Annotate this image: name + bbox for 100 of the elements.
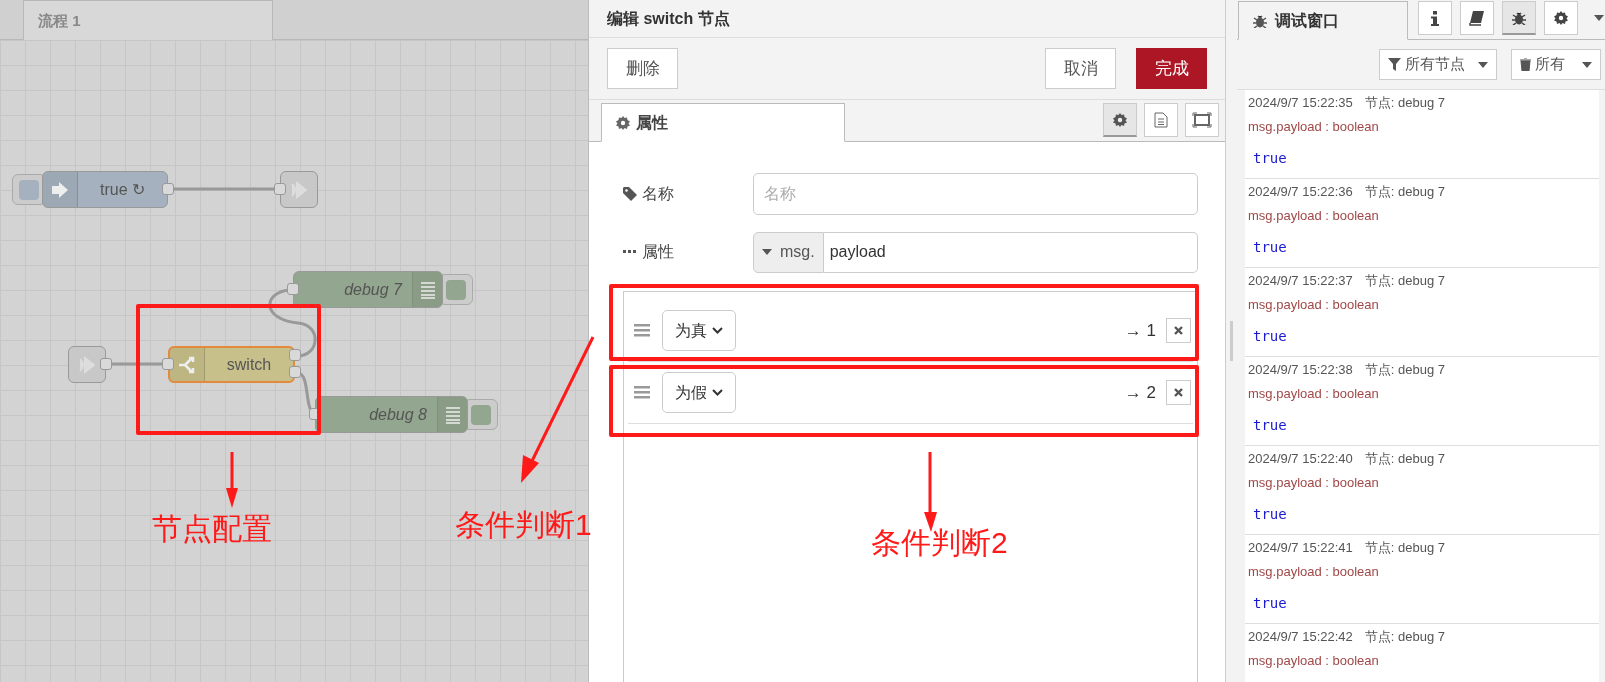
message-source-label: 节点: debug 7	[1364, 450, 1446, 469]
rule-row[interactable]: 为假 → 2	[628, 362, 1193, 424]
field-label: 名称	[642, 184, 674, 204]
filter-icon	[1388, 58, 1401, 71]
branch-icon	[170, 348, 205, 381]
caret-icon	[762, 249, 772, 255]
node-port[interactable]	[274, 183, 286, 195]
settings-icon	[1554, 11, 1568, 25]
settings-icon	[616, 115, 630, 130]
message-time: 2024/9/7 15:22:38	[1248, 361, 1353, 380]
message-type: msg.payload : boolean	[1248, 296, 1380, 315]
message-value: true	[1252, 416, 1288, 435]
node-port[interactable]	[289, 349, 301, 361]
message-value: true	[1252, 149, 1288, 168]
properties-tab[interactable]: 属性	[601, 103, 845, 142]
icon-button[interactable]	[1418, 1, 1452, 35]
trash-icon	[1520, 58, 1531, 71]
icon-button[interactable]	[1185, 103, 1219, 137]
operator-select[interactable]: 为假	[662, 372, 736, 413]
icon-button[interactable]	[1460, 1, 1494, 35]
message-value: true	[1252, 505, 1288, 524]
message-type: msg.payload : boolean	[1248, 652, 1380, 671]
close-icon	[1174, 388, 1183, 397]
annotation-text: 节点配置	[152, 514, 272, 544]
message-time: 2024/9/7 15:22:35	[1248, 94, 1353, 113]
icon-button[interactable]	[1103, 103, 1137, 137]
filter-dropdown[interactable]: 所有节点	[1379, 49, 1497, 80]
flow-node[interactable]	[68, 346, 106, 383]
debug-tab[interactable]: 调试窗口	[1238, 1, 1408, 40]
chevron-down-icon	[712, 389, 723, 396]
message-time: 2024/9/7 15:22:37	[1248, 272, 1353, 291]
node-port[interactable]	[289, 366, 301, 378]
node-port[interactable]	[287, 283, 299, 295]
message-source-label: 节点: debug 7	[1364, 183, 1446, 202]
message-type: msg.payload : boolean	[1248, 474, 1380, 493]
node-port[interactable]	[162, 183, 174, 195]
message-source-label: 节点: debug 7	[1364, 361, 1446, 380]
tag-icon	[623, 187, 637, 201]
operator-select[interactable]: 为真	[662, 310, 736, 351]
type-selector[interactable]: msg.	[753, 231, 824, 273]
settings-icon	[1113, 112, 1127, 127]
tab-label: 调试窗口	[1275, 10, 1339, 31]
node-port[interactable]	[100, 358, 112, 370]
message-time: 2024/9/7 15:22:40	[1248, 450, 1353, 469]
message-source-label: 节点: debug 7	[1364, 539, 1446, 558]
chevron-down-icon	[712, 327, 723, 334]
message-time: 2024/9/7 15:22:36	[1248, 183, 1353, 202]
select-value: 为假	[675, 382, 707, 403]
list-icon	[437, 397, 467, 432]
message-type: msg.payload : boolean	[1248, 385, 1380, 404]
close-icon	[1174, 326, 1183, 335]
caret-icon	[1582, 61, 1592, 68]
bug-icon	[1512, 10, 1526, 25]
node-button-square	[446, 279, 466, 300]
icon-button[interactable]	[1544, 1, 1578, 35]
name-field[interactable]: 名称	[753, 173, 1198, 215]
node-button-square	[19, 179, 39, 200]
node-label: debug 7	[343, 279, 404, 300]
frame-icon	[1192, 112, 1212, 128]
property-field[interactable]: payload	[823, 231, 1198, 273]
remove-button[interactable]	[1166, 318, 1191, 343]
message-type: msg.payload : boolean	[1248, 118, 1380, 137]
book-icon	[1469, 10, 1485, 26]
action-button[interactable]: 完成	[1136, 48, 1207, 89]
message-type: msg.payload : boolean	[1248, 207, 1380, 226]
annotation-text: 条件判断1	[455, 510, 592, 540]
splitter-handle[interactable]	[1230, 321, 1233, 361]
action-button[interactable]: 取消	[1045, 48, 1116, 89]
panel-title: 编辑 switch 节点	[589, 0, 1225, 38]
list-icon	[412, 272, 442, 307]
node-port[interactable]	[162, 358, 174, 370]
message-value: true	[1252, 238, 1288, 257]
action-button[interactable]: 删除	[607, 48, 678, 89]
message-source-label: 节点: debug 7	[1364, 94, 1446, 113]
clear-dropdown[interactable]: 所有	[1511, 49, 1601, 80]
message-value: true	[1252, 594, 1288, 613]
message-source-label: 节点: debug 7	[1364, 628, 1446, 647]
node-button-square	[471, 404, 491, 425]
wire	[268, 288, 317, 358]
flow-node[interactable]	[280, 171, 318, 208]
caret-icon	[1478, 61, 1488, 68]
flow-node[interactable]: true ↻	[42, 171, 168, 208]
select-value: 为真	[675, 320, 707, 341]
message-value: true	[1252, 327, 1288, 346]
rule-row[interactable]: 为真 → 1	[628, 300, 1193, 362]
remove-button[interactable]	[1166, 380, 1191, 405]
ellipsis-icon	[623, 250, 637, 254]
message-type: msg.payload : boolean	[1248, 563, 1380, 582]
message-time: 2024/9/7 15:22:42	[1248, 628, 1353, 647]
drag-handle-icon[interactable]	[634, 324, 650, 337]
icon-button[interactable]	[1502, 1, 1536, 35]
caret-icon[interactable]	[1594, 15, 1604, 21]
document-icon	[1154, 112, 1168, 128]
node-label: switch	[225, 354, 273, 375]
annotation-text: 条件判断2	[871, 528, 1008, 558]
flow-node[interactable]: switch	[168, 346, 295, 383]
tab-label: 属性	[636, 112, 668, 133]
bug-icon	[1253, 13, 1267, 28]
drag-handle-icon[interactable]	[634, 386, 650, 399]
node-label: debug 8	[368, 404, 428, 425]
